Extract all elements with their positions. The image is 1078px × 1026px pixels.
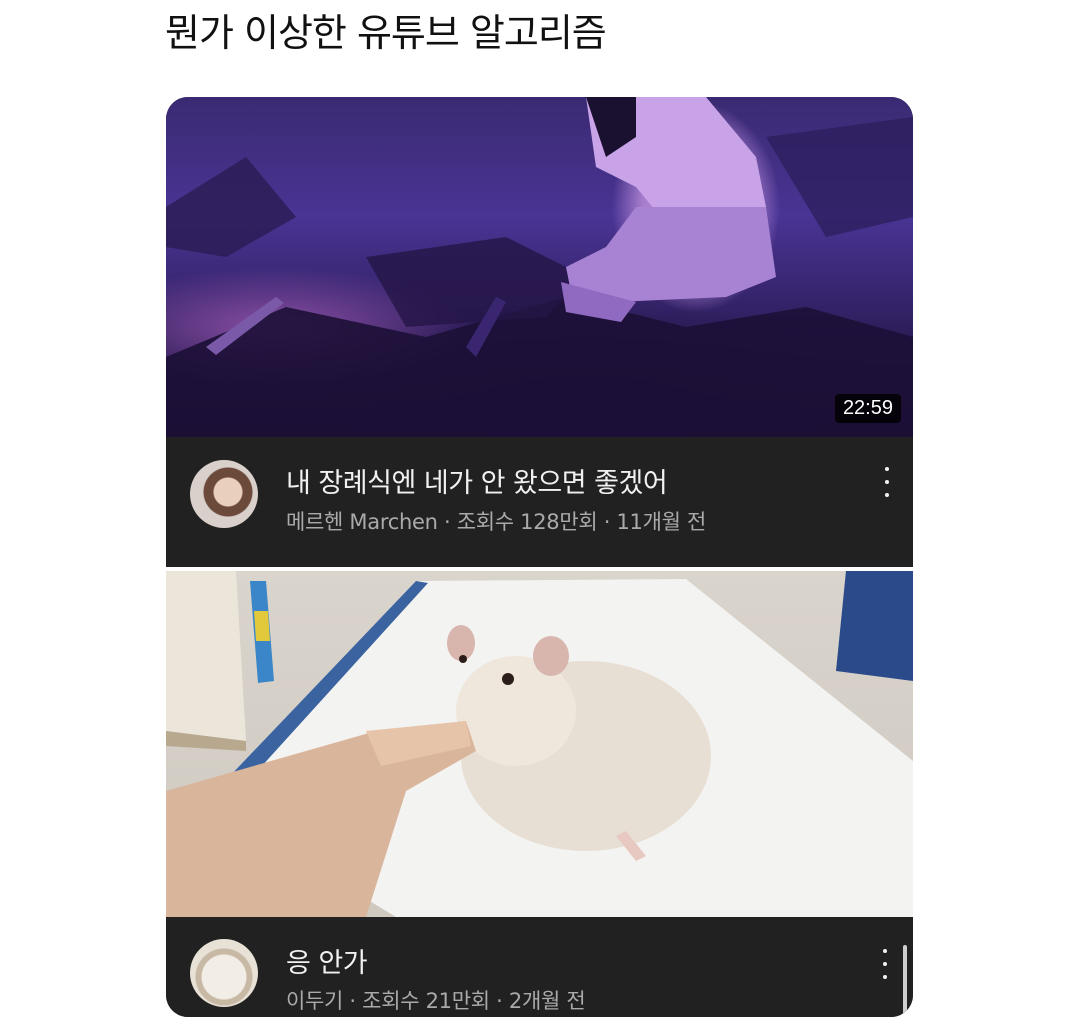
- channel-avatar-icon[interactable]: [190, 939, 258, 1007]
- hamster-thumbnail-icon: [166, 571, 913, 917]
- video-subtitle: 메르헨 Marchen · 조회수 128만회 · 11개월 전: [286, 510, 707, 534]
- video-title[interactable]: 내 장례식엔 네가 안 왔으면 좋겠어: [286, 461, 668, 500]
- video-title[interactable]: 응 안가: [286, 941, 368, 980]
- video-thumbnail[interactable]: [166, 571, 913, 917]
- video-meta: 내 장례식엔 네가 안 왔으면 좋겠어 메르헨 Marchen · 조회수 12…: [166, 437, 913, 567]
- more-options-icon[interactable]: [879, 467, 895, 497]
- video-subtitle: 이두기 · 조회수 21만회 · 2개월 전: [286, 989, 586, 1013]
- video-thumbnail[interactable]: 22:59: [166, 97, 913, 437]
- channel-avatar-icon[interactable]: [190, 460, 258, 528]
- post-title: 뭔가 이상한 유튜브 알고리즘: [165, 11, 607, 55]
- video-meta: 응 안가 이두기 · 조회수 21만회 · 2개월 전: [166, 917, 913, 1017]
- more-options-icon[interactable]: [877, 949, 893, 979]
- video-duration: 22:59: [834, 394, 901, 423]
- scrollbar[interactable]: [903, 945, 907, 1017]
- anime-thumbnail-icon: [166, 97, 913, 437]
- youtube-feed-card: 22:59 내 장례식엔 네가 안 왔으면 좋겠어 메르헨 Marchen · …: [166, 97, 913, 1017]
